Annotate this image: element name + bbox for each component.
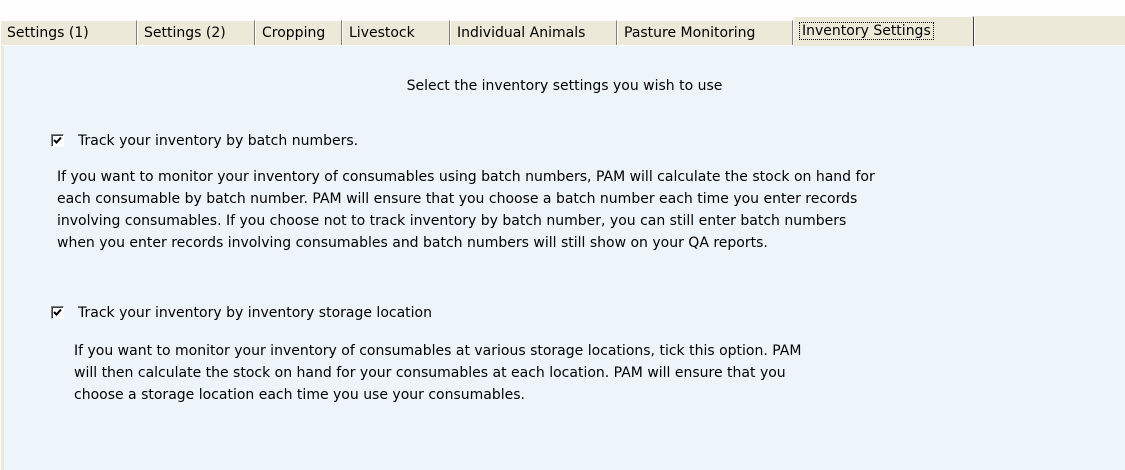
tab-strip-filler	[974, 16, 1125, 46]
batch-numbers-checkbox[interactable]	[51, 134, 64, 147]
tab-label: Settings (2)	[144, 25, 226, 41]
inventory-settings-window: Settings (1) Settings (2) Cropping Lives…	[0, 0, 1125, 470]
inventory-settings-panel: Select the inventory settings you wish t…	[0, 45, 1125, 470]
description-line: involving consumables. If you choose not…	[57, 213, 847, 229]
tab-label: Cropping	[262, 25, 326, 41]
storage-location-label[interactable]: Track your inventory by inventory storag…	[78, 304, 432, 322]
tab-label: Pasture Monitoring	[624, 25, 756, 41]
tab-strip: Settings (1) Settings (2) Cropping Lives…	[0, 0, 1125, 46]
description-line: when you enter records involving consuma…	[57, 235, 768, 251]
description-line: choose a storage location each time you …	[74, 387, 526, 403]
batch-numbers-description: If you want to monitor your inventory of…	[57, 166, 1125, 254]
tab-inventory-settings[interactable]: Inventory Settings	[793, 16, 974, 46]
tab-livestock[interactable]: Livestock	[342, 20, 450, 45]
description-line: each consumable by batch number. PAM wil…	[57, 191, 858, 207]
tab-pasture-monitoring[interactable]: Pasture Monitoring	[617, 20, 793, 45]
tab-label: Settings (1)	[7, 25, 89, 41]
description-line: will then calculate the stock on hand fo…	[74, 365, 786, 381]
checkmark-icon	[53, 308, 62, 316]
tab-label: Livestock	[349, 25, 415, 41]
tab-label: Individual Animals	[457, 25, 586, 41]
checkmark-icon	[53, 136, 62, 144]
description-line: If you want to monitor your inventory of…	[74, 343, 802, 359]
description-line: If you want to monitor your inventory of…	[57, 169, 875, 185]
tab-settings-1[interactable]: Settings (1)	[0, 20, 137, 45]
panel-heading: Select the inventory settings you wish t…	[406, 78, 723, 94]
tab-settings-2[interactable]: Settings (2)	[137, 20, 255, 45]
tab-cropping[interactable]: Cropping	[255, 20, 342, 45]
storage-location-description: If you want to monitor your inventory of…	[74, 340, 1125, 406]
batch-numbers-label[interactable]: Track your inventory by batch numbers.	[78, 132, 358, 150]
storage-location-checkbox[interactable]	[51, 306, 64, 319]
tab-individual-animals[interactable]: Individual Animals	[450, 20, 617, 45]
tab-label: Inventory Settings	[799, 22, 934, 40]
